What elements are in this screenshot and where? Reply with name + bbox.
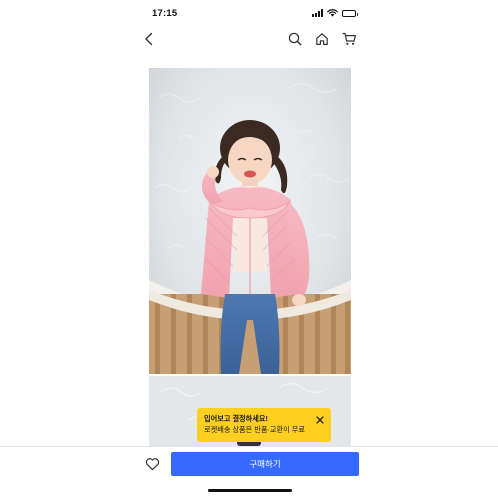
promo-tooltip-text: 로켓배송 상품은 반품·교환이 무료 [204, 425, 305, 434]
close-tooltip-button[interactable] [315, 415, 325, 425]
bottom-action-bar: 구매하기 [0, 446, 498, 480]
product-photo [149, 68, 351, 374]
close-icon [316, 416, 324, 424]
home-indicator [208, 489, 292, 492]
search-icon [288, 32, 302, 46]
search-button[interactable] [285, 28, 305, 50]
product-hero-image[interactable] [149, 68, 351, 374]
cart-icon [341, 32, 356, 45]
cart-button[interactable] [339, 28, 359, 50]
home-icon [316, 33, 328, 45]
home-button[interactable] [312, 28, 332, 50]
promo-tooltip: 입어보고 결정하세요! 로켓배송 상품은 반품·교환이 무료 [197, 408, 331, 446]
promo-tooltip-title: 입어보고 결정하세요! [204, 414, 268, 423]
back-icon [145, 32, 153, 46]
wishlist-button[interactable] [143, 455, 161, 473]
buy-button[interactable]: 구매하기 [171, 452, 359, 476]
battery-icon [342, 9, 358, 17]
cellular-signal-icon [312, 9, 323, 17]
status-bar: 17:15 [0, 0, 498, 26]
heart-icon [145, 458, 159, 471]
status-time: 17:15 [152, 8, 178, 19]
back-button[interactable] [139, 28, 159, 50]
nav-bar [0, 28, 498, 52]
status-icons [312, 9, 358, 17]
wifi-icon [327, 9, 338, 17]
